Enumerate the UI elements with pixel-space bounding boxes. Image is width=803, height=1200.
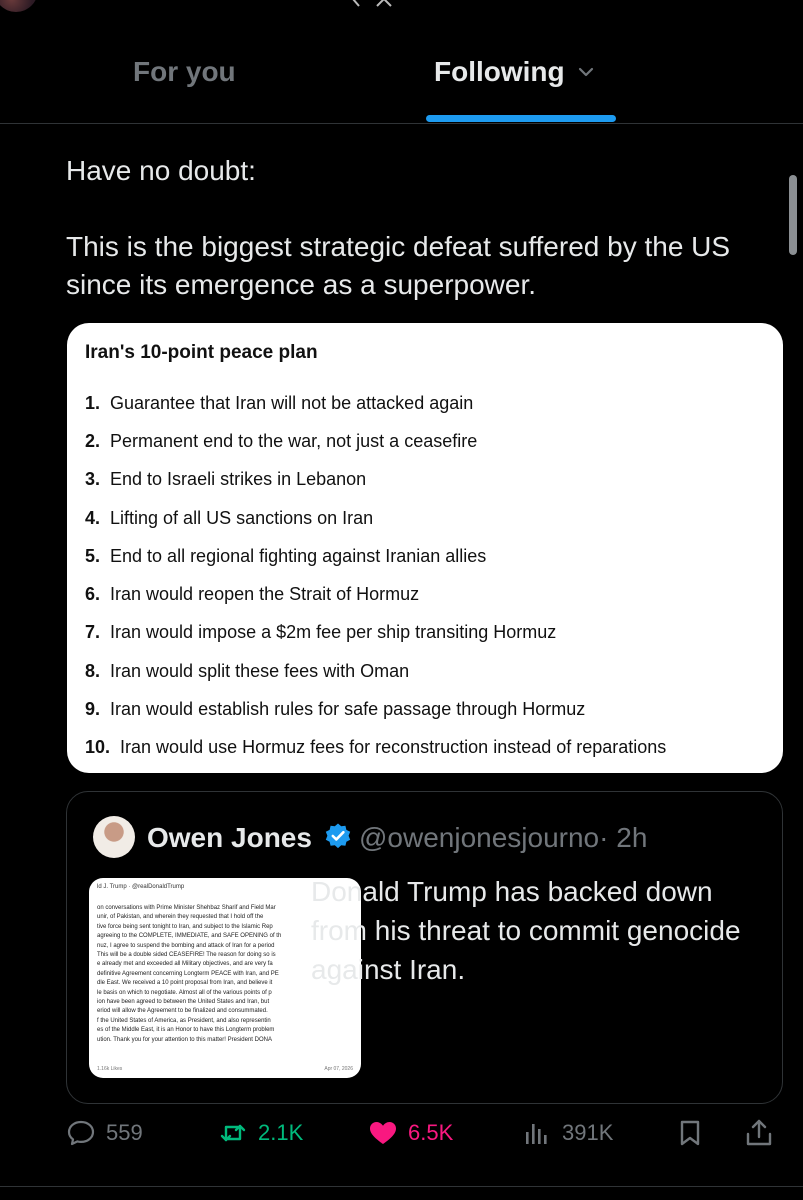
- profile-avatar[interactable]: [0, 0, 38, 12]
- item-text: End to Israeli strikes in Lebanon: [110, 469, 367, 490]
- item-number: 2.: [85, 430, 101, 451]
- list-item: 2. Permanent end to the war, not just a c…: [85, 422, 765, 460]
- thumbnail-line: ution. Thank you for your attention to t…: [97, 1036, 272, 1043]
- tab-for-you-label: For you: [133, 56, 236, 87]
- list-item: 8. Iran would split these fees with Oman: [85, 652, 765, 690]
- tab-following-label: Following: [434, 56, 565, 87]
- tweet-text: Have no doubt: This is the biggest strat…: [66, 152, 776, 304]
- repost-count: 2.1K: [258, 1120, 304, 1145]
- tweet-paragraph: Have no doubt:: [66, 155, 256, 186]
- item-number: 5.: [85, 545, 101, 566]
- thumbnail-line: f the United States of America, as Presi…: [97, 1017, 271, 1024]
- item-number: 9.: [85, 699, 101, 720]
- thumbnail-footer: 1.16k Likes Apr 07, 2026: [97, 1066, 353, 1072]
- item-text: Guarantee that Iran will not be attacked…: [110, 392, 474, 413]
- item-text: Iran would impose a $2m fee per ship tra…: [110, 622, 557, 643]
- list-item: 9. Iran would establish rules for safe pa…: [85, 690, 765, 728]
- heart-icon: [370, 1122, 396, 1144]
- like-button[interactable]: 6.5K: [368, 1118, 453, 1148]
- item-number: 7.: [85, 622, 101, 643]
- item-number: 8.: [85, 660, 101, 681]
- tab-following[interactable]: Following: [434, 56, 597, 88]
- item-text: Iran would establish rules for safe pass…: [110, 699, 586, 720]
- thumbnail-likes: 1.16k Likes: [97, 1066, 123, 1072]
- item-text: Iran would use Hormuz fees for reconstru…: [120, 737, 667, 758]
- timeline-page: For you Following Have no doubt: This is…: [0, 0, 803, 1200]
- like-count: 6.5K: [408, 1120, 454, 1145]
- list-item: 10. Iran would use Hormuz fees for recons…: [85, 729, 765, 767]
- quoted-tweet-text: Donald Trump has backed down from his th…: [311, 876, 741, 985]
- quoted-author-name[interactable]: Owen Jones: [147, 822, 312, 854]
- divider: [0, 1186, 803, 1187]
- item-text: Permanent end to the war, not just a cea…: [110, 430, 478, 451]
- list-item: 1. Guarantee that Iran will not be attack…: [85, 384, 765, 422]
- repost-button[interactable]: 2.1K: [218, 1118, 303, 1148]
- bookmark-button[interactable]: [675, 1118, 705, 1148]
- reply-button[interactable]: 559: [66, 1118, 143, 1148]
- list-item: 4. Lifting of all US sanctions on Iran: [85, 499, 765, 537]
- item-number: 4.: [85, 507, 101, 528]
- share-icon: [746, 1119, 772, 1146]
- tab-for-you[interactable]: For you: [133, 56, 236, 88]
- plan-title: Iran's 10-point peace plan: [85, 342, 318, 363]
- views-icon: [526, 1124, 547, 1144]
- quoted-author-handle[interactable]: @owenjonesjourno· 2h: [359, 822, 647, 854]
- item-number: 6.: [85, 584, 101, 605]
- bookmark-icon: [680, 1120, 700, 1146]
- thumbnail-line: le basis on which to negotiate. Almost a…: [97, 989, 272, 996]
- scrollbar[interactable]: [789, 175, 797, 255]
- tweet-media-image[interactable]: Iran's 10-point peace plan 1. Guarantee t…: [67, 323, 783, 773]
- plan-list: 1. Guarantee that Iran will not be attack…: [85, 384, 765, 767]
- thumbnail-line: ion have been agreed to between the Unit…: [97, 999, 270, 1006]
- list-item: 6. Iran would reopen the Strait of Hormuz: [85, 575, 765, 613]
- thumbnail-line: es of the Middle East, it is an Honor to…: [97, 1027, 275, 1034]
- item-text: Iran would split these fees with Oman: [110, 660, 410, 681]
- list-item: 3. End to Israeli strikes in Lebanon: [85, 461, 765, 499]
- handle-text: @owenjonesjourno: [359, 822, 600, 853]
- share-button[interactable]: [744, 1118, 774, 1148]
- item-number: 10.: [85, 737, 111, 758]
- item-text: Iran would reopen the Strait of Hormuz: [110, 584, 420, 605]
- tweet-action-bar: 559 2.1K 6.5K 391K: [0, 1118, 803, 1162]
- item-number: 1.: [85, 392, 101, 413]
- views-count: 391K: [562, 1120, 614, 1145]
- views-button[interactable]: 391K: [522, 1118, 613, 1148]
- repost-icon: [220, 1124, 246, 1142]
- timeline-header: For you Following: [0, 0, 803, 124]
- item-number: 3.: [85, 469, 101, 490]
- quoted-tweet[interactable]: Owen Jones @owenjonesjourno· 2h ld J. Tr…: [66, 791, 783, 1104]
- reply-count: 559: [106, 1120, 143, 1145]
- active-tab-indicator: [426, 115, 616, 122]
- thumbnail-date: Apr 07, 2026: [324, 1066, 353, 1072]
- x-logo-icon: [352, 0, 392, 7]
- tweet-paragraph: This is the biggest strategic defeat suf…: [66, 231, 731, 300]
- verified-badge-icon: [325, 823, 351, 849]
- reply-icon: [67, 1120, 95, 1146]
- item-text: End to all regional fighting against Ira…: [110, 545, 487, 566]
- chevron-down-icon[interactable]: [575, 61, 597, 83]
- list-item: 5. End to all regional fighting against I…: [85, 537, 765, 575]
- timestamp: · 2h: [599, 822, 648, 853]
- list-item: 7. Iran would impose a $2m fee per ship t…: [85, 614, 765, 652]
- item-text: Lifting of all US sanctions on Iran: [110, 507, 374, 528]
- thumbnail-line: eriod will allow the Agreement to be fin…: [97, 1008, 268, 1015]
- quoted-author-avatar[interactable]: [93, 816, 135, 858]
